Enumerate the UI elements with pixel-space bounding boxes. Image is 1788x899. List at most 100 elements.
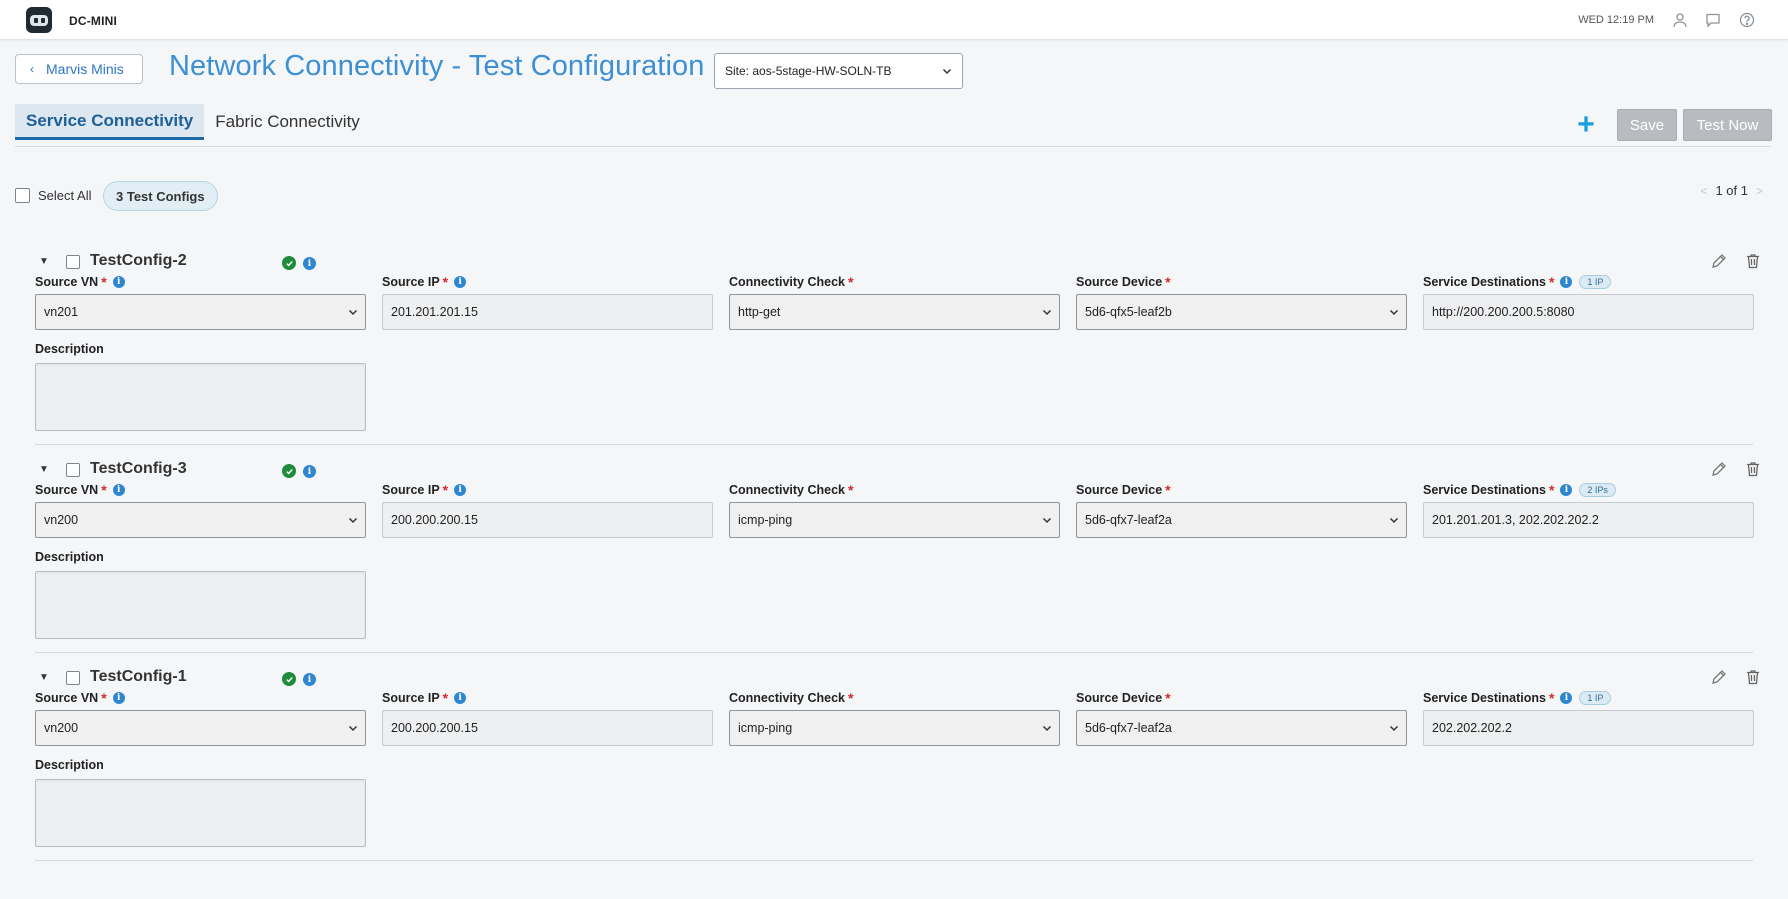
service-destinations-label: Service Destinations * i 1 IP — [1423, 690, 1612, 706]
save-button[interactable]: Save — [1617, 109, 1677, 141]
chevron-down-icon — [1389, 517, 1399, 524]
info-icon[interactable]: i — [303, 257, 316, 270]
site-select-value: Site: aos-5stage-HW-SOLN-TB — [725, 64, 892, 78]
org-name[interactable]: DC-MINI — [69, 14, 117, 28]
service-destinations-input[interactable]: 202.202.202.2 — [1423, 710, 1754, 746]
info-icon[interactable]: i — [303, 465, 316, 478]
select-all-label: Select All — [38, 188, 92, 203]
required-mark: * — [101, 690, 107, 706]
required-mark: * — [1165, 482, 1171, 498]
source-ip-input[interactable]: 200.200.200.15 — [382, 502, 713, 538]
source-ip-input[interactable]: 201.201.201.15 — [382, 294, 713, 330]
connectivity-check-label: Connectivity Check * — [729, 482, 854, 498]
tab-bar: Service Connectivity Fabric Connectivity — [15, 104, 371, 140]
info-icon[interactable]: i — [454, 692, 467, 704]
source-vn-select[interactable]: vn200 — [35, 710, 366, 746]
source-vn-label: Source VN * i — [35, 274, 125, 290]
chevron-down-icon — [1042, 725, 1052, 732]
ip-count-badge: 1 IP — [1579, 275, 1612, 289]
pencil-icon[interactable] — [1710, 668, 1728, 686]
required-mark: * — [1548, 482, 1555, 498]
info-icon[interactable]: i — [454, 484, 467, 496]
marvis-logo-icon[interactable] — [26, 7, 52, 33]
test-config-card: ▼ TestConfig-3 i Source VN * i Source IP * i Conn… — [35, 460, 1759, 655]
prev-page-button[interactable]: < — [1700, 184, 1707, 198]
info-icon[interactable]: i — [1560, 276, 1573, 288]
tab-fabric-connectivity[interactable]: Fabric Connectivity — [204, 104, 371, 140]
add-config-button[interactable]: + — [1574, 110, 1598, 140]
required-mark: * — [1165, 690, 1171, 706]
config-divider — [35, 860, 1753, 861]
site-select[interactable]: Site: aos-5stage-HW-SOLN-TB — [714, 53, 963, 89]
trash-icon[interactable] — [1744, 460, 1762, 478]
config-header: ▼ TestConfig-2 i — [35, 252, 1759, 274]
config-checkbox[interactable] — [66, 463, 80, 477]
select-all[interactable]: Select All — [15, 188, 91, 203]
info-icon[interactable]: i — [112, 692, 125, 704]
ip-count-badge: 1 IP — [1579, 691, 1612, 705]
source-device-select[interactable]: 5d6-qfx7-leaf2a — [1076, 710, 1407, 746]
chevron-left-icon: ‹ — [30, 62, 34, 76]
config-checkbox[interactable] — [66, 255, 80, 269]
description-label: Description — [35, 550, 104, 564]
trash-icon[interactable] — [1744, 252, 1762, 270]
pencil-icon[interactable] — [1710, 252, 1728, 270]
test-now-button[interactable]: Test Now — [1683, 109, 1772, 141]
info-icon[interactable]: i — [303, 673, 316, 686]
required-mark: * — [101, 482, 107, 498]
info-icon[interactable]: i — [112, 484, 125, 496]
select-all-checkbox[interactable] — [15, 188, 30, 203]
pencil-icon[interactable] — [1710, 460, 1728, 478]
connectivity-check-select[interactable]: icmp-ping — [729, 502, 1060, 538]
required-mark: * — [1548, 274, 1555, 290]
source-ip-input[interactable]: 200.200.200.15 — [382, 710, 713, 746]
source-vn-label: Source VN * i — [35, 690, 125, 706]
required-mark: * — [848, 690, 854, 706]
chat-icon[interactable] — [1705, 12, 1721, 28]
description-textarea[interactable] — [35, 571, 366, 639]
check-circle-icon — [282, 464, 296, 478]
service-destinations-input[interactable]: http://200.200.200.5:8080 — [1423, 294, 1754, 330]
connectivity-check-select[interactable]: icmp-ping — [729, 710, 1060, 746]
source-device-select[interactable]: 5d6-qfx5-leaf2b — [1076, 294, 1407, 330]
check-circle-icon — [282, 672, 296, 686]
source-vn-select[interactable]: vn201 — [35, 294, 366, 330]
description-label: Description — [35, 342, 104, 356]
required-mark: * — [848, 274, 854, 290]
trash-icon[interactable] — [1744, 668, 1762, 686]
service-destinations-input[interactable]: 201.201.201.3, 202.202.202.2 — [1423, 502, 1754, 538]
description-label: Description — [35, 758, 104, 772]
test-config-card: ▼ TestConfig-1 i Source VN * i Source IP * i Conn… — [35, 668, 1759, 863]
help-icon[interactable] — [1739, 12, 1755, 28]
connectivity-check-label: Connectivity Check * — [729, 274, 854, 290]
chevron-down-icon — [1389, 725, 1399, 732]
back-button[interactable]: ‹ Marvis Minis — [15, 54, 143, 84]
info-icon[interactable]: i — [1560, 484, 1573, 496]
chevron-down-icon — [1042, 517, 1052, 524]
collapse-caret-icon[interactable]: ▼ — [39, 464, 49, 475]
collapse-caret-icon[interactable]: ▼ — [39, 672, 49, 683]
description-textarea[interactable] — [35, 779, 366, 847]
chevron-down-icon — [348, 309, 358, 316]
required-mark: * — [1548, 690, 1555, 706]
tab-divider — [15, 146, 1771, 147]
source-vn-select[interactable]: vn200 — [35, 502, 366, 538]
tab-service-connectivity[interactable]: Service Connectivity — [15, 104, 205, 140]
info-icon[interactable]: i — [1560, 692, 1573, 704]
connectivity-check-select[interactable]: http-get — [729, 294, 1060, 330]
next-page-button[interactable]: > — [1756, 184, 1763, 198]
user-icon[interactable] — [1672, 12, 1688, 28]
source-device-label: Source Device * — [1076, 274, 1171, 290]
required-mark: * — [1165, 274, 1171, 290]
info-icon[interactable]: i — [454, 276, 467, 288]
source-device-label: Source Device * — [1076, 690, 1171, 706]
info-icon[interactable]: i — [112, 276, 125, 288]
description-textarea[interactable] — [35, 363, 366, 431]
config-name: TestConfig-2 — [90, 252, 187, 269]
back-button-label: Marvis Minis — [46, 61, 124, 77]
service-destinations-label: Service Destinations * i 2 IPs — [1423, 482, 1616, 498]
collapse-caret-icon[interactable]: ▼ — [39, 256, 49, 267]
pager-text: 1 of 1 — [1715, 183, 1748, 198]
source-device-select[interactable]: 5d6-qfx7-leaf2a — [1076, 502, 1407, 538]
config-checkbox[interactable] — [66, 671, 80, 685]
